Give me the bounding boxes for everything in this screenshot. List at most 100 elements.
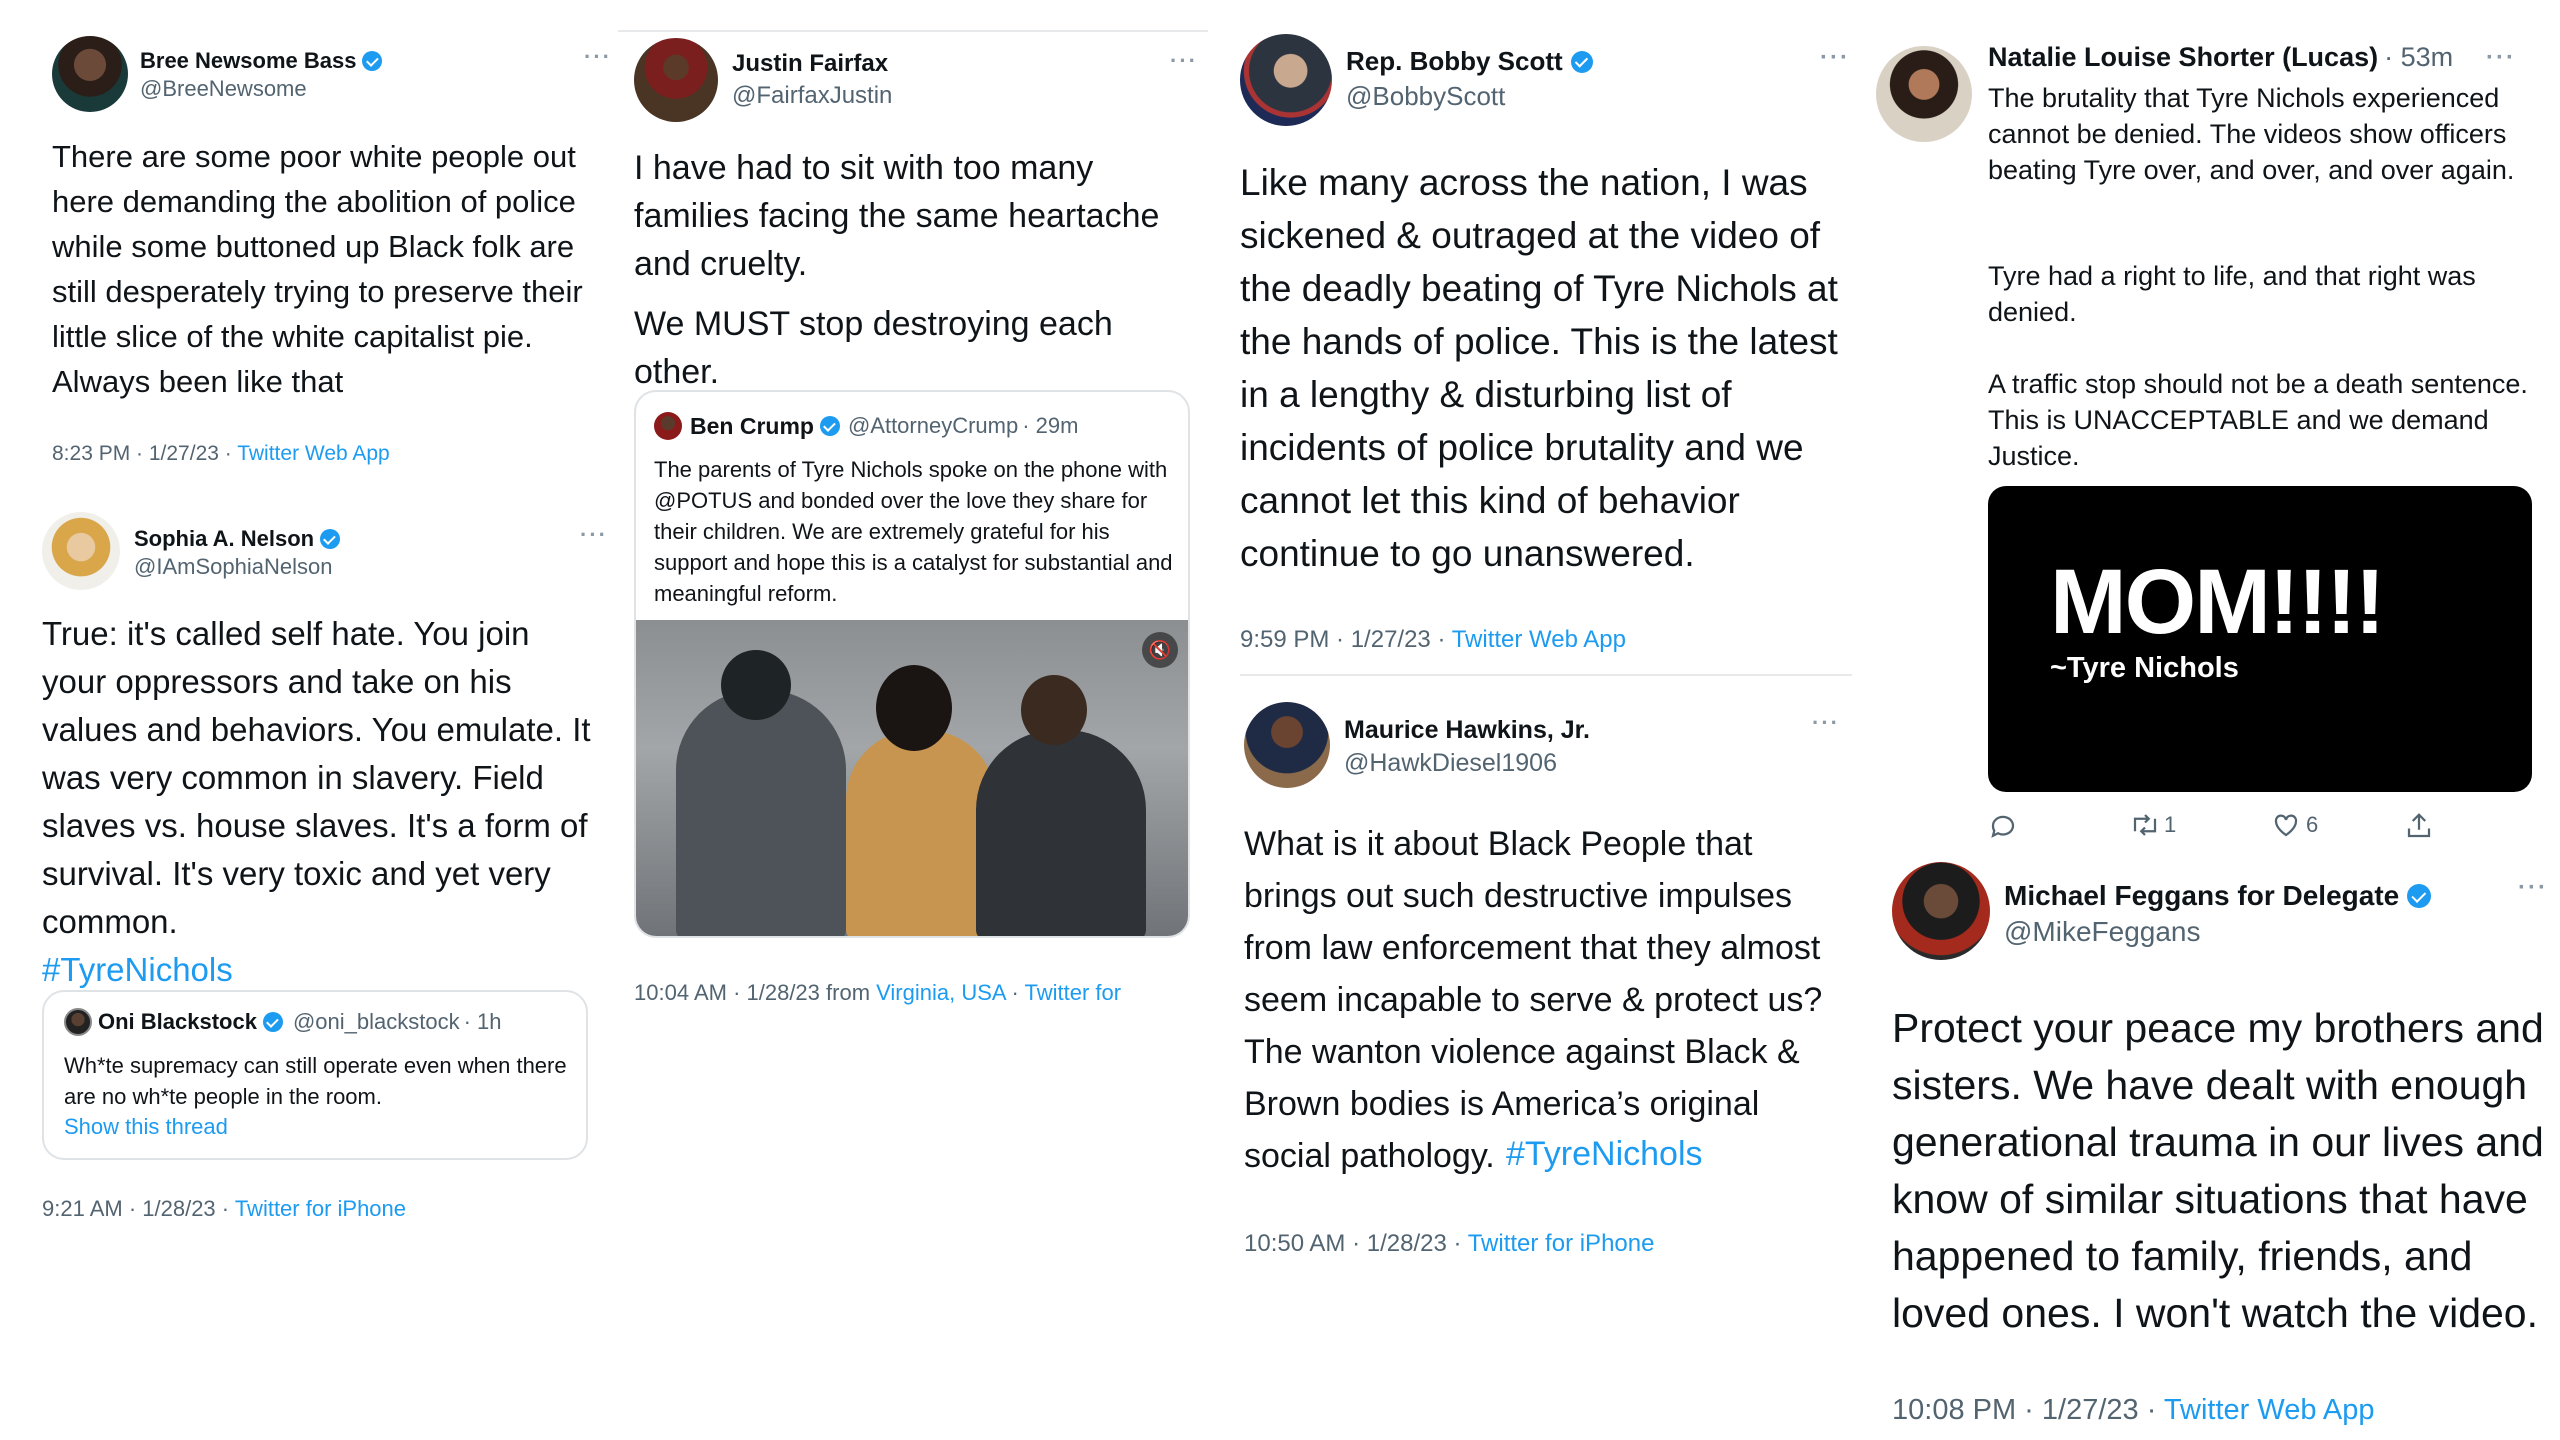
tweet-bree[interactable]: Bree Newsome Bass @BreeNewsome ··· There… xyxy=(52,36,610,466)
tweet-source[interactable]: Twitter Web App xyxy=(1452,626,1626,653)
avatar[interactable] xyxy=(1892,862,1990,960)
tweet-maurice[interactable]: Maurice Hawkins, Jr. @HawkDiesel1906 ···… xyxy=(1244,702,1854,1258)
quoted-tweet-crump[interactable]: Ben Crump @AttorneyCrump · 29m The paren… xyxy=(634,390,1190,938)
tweet-bobby[interactable]: Rep. Bobby Scott @BobbyScott ··· Like ma… xyxy=(1240,34,1850,654)
tweet-text-p1: The brutality that Tyre Nichols experien… xyxy=(1988,83,2515,185)
quoted-tweet-oni[interactable]: Oni Blackstock @oni_blackstock · 1h Wh*t… xyxy=(42,990,588,1160)
avatar[interactable] xyxy=(1244,702,1330,788)
tweet-source[interactable]: Twitter Web App xyxy=(2164,1394,2375,1426)
tweet-time: 10:08 PM · 1/27/23 · xyxy=(1892,1394,2164,1426)
tweet-source[interactable]: Twitter for iPhone xyxy=(235,1196,406,1221)
author-name[interactable]: Bree Newsome Bass xyxy=(140,48,356,74)
tweet-header: Rep. Bobby Scott @BobbyScott ··· xyxy=(1240,34,1850,126)
meta-separator: · xyxy=(1005,980,1025,1005)
more-options-icon[interactable]: ··· xyxy=(2518,874,2548,902)
retweet-icon[interactable] xyxy=(2128,810,2162,840)
share-icon[interactable] xyxy=(2404,810,2434,842)
tweet-meta-justin: 10:04 AM · 1/28/23 from Virginia, USA · … xyxy=(634,980,1121,1006)
more-options-icon[interactable]: ··· xyxy=(1170,48,1198,74)
avatar[interactable] xyxy=(42,512,120,590)
verified-badge-icon xyxy=(362,51,383,71)
divider xyxy=(1240,674,1852,676)
author-name[interactable]: Rep. Bobby Scott xyxy=(1346,46,1563,77)
tweet-text: True: it's called self hate. You join yo… xyxy=(42,615,591,940)
tweet-time: 8:23 PM · 1/27/23 · xyxy=(52,442,238,465)
tweet-source[interactable]: Twitter Web App xyxy=(237,442,390,465)
author-handle[interactable]: @FairfaxJustin xyxy=(732,82,892,110)
author-handle[interactable]: @MikeFeggans xyxy=(2004,916,2431,948)
quote-author-name: Ben Crump xyxy=(690,412,814,439)
tweet-meta: 10:08 PM · 1/27/23 · Twitter Web App xyxy=(1892,1394,2552,1427)
author-handle[interactable]: @HawkDiesel1906 xyxy=(1344,749,1590,778)
quote-text: Wh*te supremacy can still operate even w… xyxy=(64,1053,567,1109)
avatar[interactable] xyxy=(1876,46,1972,142)
avatar[interactable] xyxy=(1240,34,1332,126)
image-headline: MOM!!!! xyxy=(2050,551,2385,653)
tweet-time: 9:59 PM · 1/27/23 · xyxy=(1240,626,1452,653)
like-count: 6 xyxy=(2306,812,2319,837)
tweet-source[interactable]: Twitter for iPhone xyxy=(1468,1230,1655,1257)
tweet-michael[interactable]: Michael Feggans for Delegate @MikeFeggan… xyxy=(1892,862,2552,1427)
more-options-icon[interactable]: ··· xyxy=(584,44,612,70)
tweet-text: Protect your peace my brothers and siste… xyxy=(1892,1005,2544,1336)
mute-icon[interactable]: 🔇 xyxy=(1142,632,1178,668)
author-name[interactable]: Michael Feggans for Delegate xyxy=(2004,880,2399,912)
tweet-text-p3: A traffic stop should not be a death sen… xyxy=(1988,369,2528,471)
more-options-icon[interactable]: ··· xyxy=(2486,44,2516,72)
tweet-location[interactable]: Virginia, USA xyxy=(876,980,1005,1005)
more-options-icon[interactable]: ··· xyxy=(580,522,608,548)
person-middle xyxy=(846,730,996,936)
more-options-icon[interactable]: ··· xyxy=(1812,710,1840,736)
like-icon[interactable] xyxy=(2270,810,2302,840)
tweet-time: 10:04 AM · 1/28/23 from xyxy=(634,980,877,1005)
tweet-sophia[interactable]: Sophia A. Nelson @IAmSophiaNelson ··· Tr… xyxy=(42,512,606,994)
author-name[interactable]: Sophia A. Nelson xyxy=(134,526,314,552)
tweet-header: Justin Fairfax @FairfaxJustin ··· xyxy=(634,38,1196,122)
person-left-head xyxy=(721,650,791,720)
quote-avatar xyxy=(64,1008,92,1036)
tweet-header: Sophia A. Nelson @IAmSophiaNelson ··· xyxy=(42,512,606,590)
tweet-meta: 10:50 AM · 1/28/23 · Twitter for iPhone xyxy=(1244,1230,1854,1258)
tweet-text-2: We MUST stop destroying each other. xyxy=(634,305,1113,391)
tweet-meta-sophia: 9:21 AM · 1/28/23 · Twitter for iPhone xyxy=(42,1196,406,1222)
tweet-age: · 53m xyxy=(2384,42,2454,72)
tweet-meta: 9:59 PM · 1/27/23 · Twitter Web App xyxy=(1240,626,1850,654)
author-handle[interactable]: @IAmSophiaNelson xyxy=(134,554,340,580)
verified-badge-icon xyxy=(819,416,840,436)
tweet-justin[interactable]: Justin Fairfax @FairfaxJustin ··· I have… xyxy=(634,38,1196,396)
show-thread-link[interactable]: Show this thread xyxy=(64,1114,228,1140)
author-name[interactable]: Natalie Louise Shorter (Lucas) xyxy=(1988,42,2378,73)
avatar[interactable] xyxy=(52,36,128,112)
retweet-count: 1 xyxy=(2164,812,2177,837)
person-right-head xyxy=(1021,675,1087,745)
quote-video-thumbnail[interactable]: 🔇 xyxy=(636,620,1188,936)
author-name[interactable]: Justin Fairfax xyxy=(732,50,892,78)
tweet-text-p2: Tyre had a right to life, and that right… xyxy=(1988,261,2476,327)
verified-badge-icon xyxy=(2407,884,2432,908)
author-handle[interactable]: @BobbyScott xyxy=(1346,81,1593,112)
hashtag-link[interactable]: #TyreNichols xyxy=(1506,1128,1703,1180)
author-name[interactable]: Maurice Hawkins, Jr. xyxy=(1344,716,1590,745)
tweet-actions: 1 6 xyxy=(1988,808,2528,848)
author-handle[interactable]: @BreeNewsome xyxy=(140,76,382,102)
quote-author-handle: @AttorneyCrump xyxy=(847,413,1019,438)
tweet-time: 10:50 AM · 1/28/23 · xyxy=(1244,1230,1468,1257)
quote-author-name: Oni Blackstock xyxy=(98,1009,257,1034)
avatar[interactable] xyxy=(634,38,718,122)
quote-author-handle: @oni_blackstock xyxy=(292,1009,460,1034)
quote-age: · 1h xyxy=(463,1009,502,1034)
quote-age: · 29m xyxy=(1022,413,1079,438)
verified-badge-icon xyxy=(320,529,341,549)
quote-text: The parents of Tyre Nichols spoke on the… xyxy=(654,457,1173,606)
tweet-image[interactable]: MOM!!!! ~Tyre Nichols xyxy=(1988,486,2532,792)
hashtag-link[interactable]: #TyreNichols xyxy=(42,946,602,994)
tweet-source[interactable]: Twitter for xyxy=(1025,980,1122,1005)
person-left xyxy=(676,690,846,936)
more-options-icon[interactable]: ··· xyxy=(1820,44,1850,72)
tweet-header: Maurice Hawkins, Jr. @HawkDiesel1906 ··· xyxy=(1244,702,1854,788)
tweet-header: Bree Newsome Bass @BreeNewsome ··· xyxy=(52,36,610,112)
tweet-time: 9:21 AM · 1/28/23 · xyxy=(42,1196,235,1221)
tweet-header: Michael Feggans for Delegate @MikeFeggan… xyxy=(1892,862,2552,960)
tweet-text: Like many across the nation, I was sicke… xyxy=(1240,162,1838,574)
reply-icon[interactable] xyxy=(1988,812,2018,842)
